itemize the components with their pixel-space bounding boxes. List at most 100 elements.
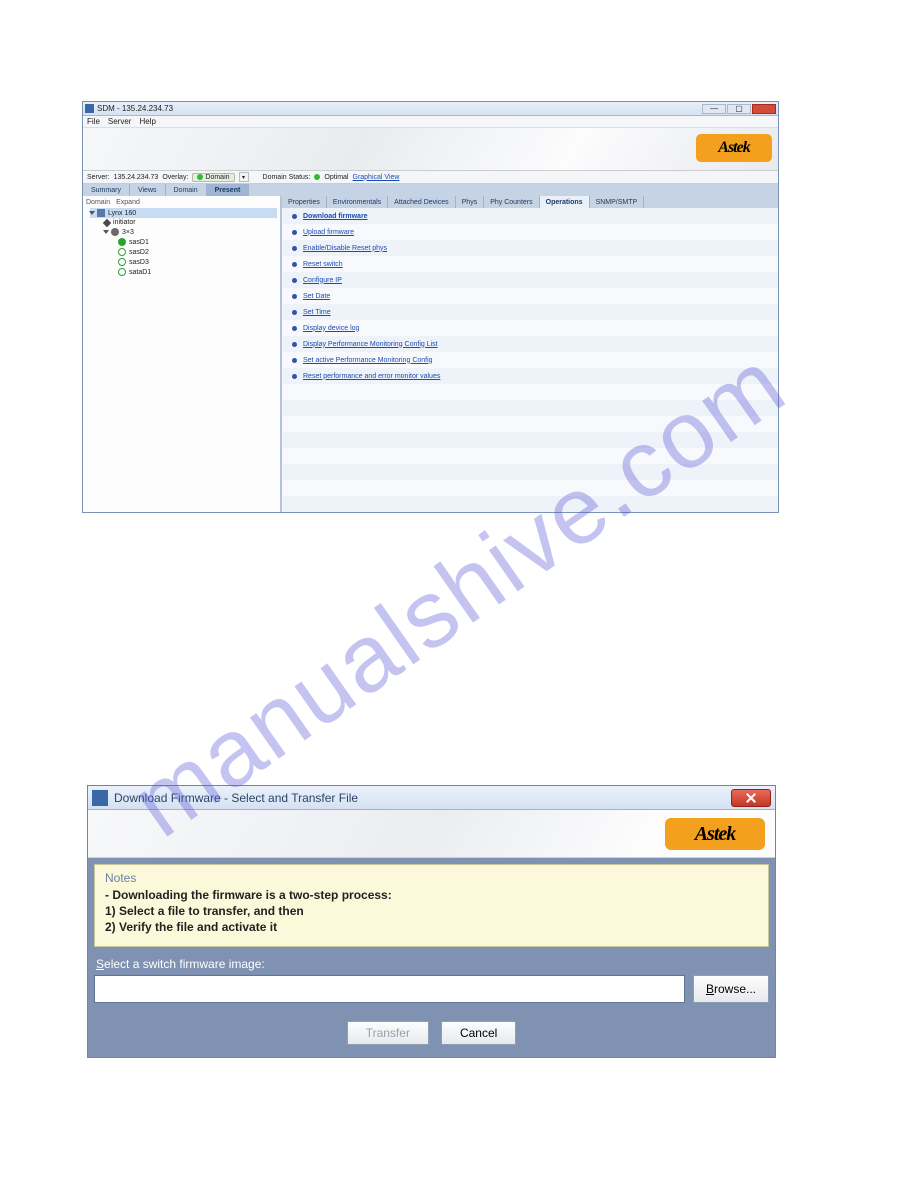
op-set-date[interactable]: Set Date	[303, 293, 330, 300]
dialog-icon	[92, 790, 108, 806]
disk-icon	[118, 238, 126, 246]
dialog-banner: Astek	[88, 810, 775, 858]
tree-header-expand[interactable]: Expand	[116, 199, 140, 206]
tree-collapse-icon[interactable]	[89, 211, 95, 215]
status-dot-icon	[314, 174, 320, 180]
overlay-label: Overlay:	[162, 174, 188, 181]
astek-logo: Astek	[665, 818, 765, 850]
switch-icon	[97, 209, 105, 217]
tree-label: 3×3	[122, 229, 134, 236]
bullet-icon	[292, 214, 297, 219]
tree-node-device[interactable]: sasD3	[118, 257, 277, 267]
menu-file[interactable]: File	[87, 117, 100, 126]
header-banner: Astek	[83, 128, 778, 170]
server-value: 135.24.234.73	[114, 174, 159, 181]
bullet-icon	[292, 294, 297, 299]
astek-logo: Astek	[696, 134, 772, 162]
tree-label: sasD3	[129, 259, 149, 266]
tree-label: initiator	[113, 219, 136, 226]
list-item: Upload firmware	[282, 224, 778, 240]
device-tree-panel: Domain Expand Lynx 160 initiator	[83, 196, 281, 512]
tree-node-expander[interactable]: 3×3	[104, 227, 277, 237]
op-set-time[interactable]: Set Time	[303, 309, 331, 316]
list-item	[282, 464, 778, 480]
tab-environmentals[interactable]: Environmentals	[327, 196, 388, 208]
list-item: Enable/Disable Reset phys	[282, 240, 778, 256]
domain-status-value: Optimal	[324, 174, 348, 181]
notes-line-3: 2) Verify the file and activate it	[105, 919, 758, 935]
tab-phys[interactable]: Phys	[456, 196, 485, 208]
tree-node-device[interactable]: sasD1	[118, 237, 277, 247]
notes-line-2: 1) Select a file to transfer, and then	[105, 903, 758, 919]
list-item	[282, 416, 778, 432]
tab-properties[interactable]: Properties	[282, 196, 327, 208]
list-item	[282, 496, 778, 512]
op-enable-disable-reset-phys[interactable]: Enable/Disable Reset phys	[303, 245, 387, 252]
op-upload-firmware[interactable]: Upload firmware	[303, 229, 354, 236]
op-configure-ip[interactable]: Configure IP	[303, 277, 342, 284]
list-item: Reset performance and error monitor valu…	[282, 368, 778, 384]
close-icon	[746, 793, 756, 803]
list-item: Set active Performance Monitoring Config	[282, 352, 778, 368]
list-item: Configure IP	[282, 272, 778, 288]
tab-attached-devices[interactable]: Attached Devices	[388, 196, 455, 208]
tab-domain[interactable]: Domain	[166, 184, 207, 196]
tree-label: sataD1	[129, 269, 151, 276]
op-reset-switch[interactable]: Reset switch	[303, 261, 343, 268]
window-title: SDM - 135.24.234.73	[97, 104, 173, 113]
tab-phy-counters[interactable]: Phy Counters	[484, 196, 539, 208]
overlay-dropdown-icon[interactable]: ▾	[239, 172, 249, 182]
notes-legend: Notes	[105, 871, 758, 885]
op-set-active-perf-config[interactable]: Set active Performance Monitoring Config	[303, 357, 433, 364]
tab-views[interactable]: Views	[130, 184, 166, 196]
bullet-icon	[292, 230, 297, 235]
list-item: Reset switch	[282, 256, 778, 272]
op-download-firmware[interactable]: Download firmware	[303, 213, 368, 220]
disk-icon	[118, 248, 126, 256]
cancel-button[interactable]: Cancel	[441, 1021, 516, 1045]
menubar: File Server Help	[83, 116, 778, 128]
sdm-window: SDM - 135.24.234.73 — ▢ File Server Help…	[82, 101, 779, 513]
bullet-icon	[292, 246, 297, 251]
list-item	[282, 480, 778, 496]
notes-line-1: - Downloading the firmware is a two-step…	[105, 887, 758, 903]
menu-help[interactable]: Help	[139, 117, 155, 126]
transfer-button[interactable]: Transfer	[347, 1021, 429, 1045]
op-display-device-log[interactable]: Display device log	[303, 325, 359, 332]
tree-node-initiator[interactable]: initiator	[104, 218, 277, 227]
right-tab-row: Properties Environmentals Attached Devic…	[282, 196, 778, 208]
window-titlebar: SDM - 135.24.234.73 — ▢	[83, 102, 778, 116]
download-firmware-dialog: Download Firmware - Select and Transfer …	[87, 785, 776, 1058]
tab-snmp-smtp[interactable]: SNMP/SMTP	[590, 196, 645, 208]
tree-node-root[interactable]: Lynx 160	[90, 208, 277, 218]
browse-button[interactable]: Browse...	[693, 975, 769, 1003]
tree-node-device[interactable]: sataD1	[118, 267, 277, 277]
list-item	[282, 432, 778, 448]
tab-summary[interactable]: Summary	[83, 184, 130, 196]
tab-present[interactable]: Present	[207, 184, 250, 196]
tree-collapse-icon[interactable]	[103, 230, 109, 234]
firmware-path-input[interactable]	[94, 975, 685, 1003]
dialog-body: Notes - Downloading the firmware is a tw…	[88, 858, 775, 1057]
close-button[interactable]	[731, 789, 771, 807]
bullet-icon	[292, 358, 297, 363]
maximize-button[interactable]: ▢	[727, 104, 751, 114]
bullet-icon	[292, 262, 297, 267]
expander-icon	[111, 228, 119, 236]
list-item: Set Time	[282, 304, 778, 320]
menu-server[interactable]: Server	[108, 117, 132, 126]
op-reset-perf-counters[interactable]: Reset performance and error monitor valu…	[303, 373, 440, 380]
list-item	[282, 384, 778, 400]
list-item: Display Performance Monitoring Config Li…	[282, 336, 778, 352]
tree-node-device[interactable]: sasD2	[118, 247, 277, 257]
notes-panel: Notes - Downloading the firmware is a tw…	[94, 864, 769, 947]
tab-operations[interactable]: Operations	[540, 196, 590, 208]
overlay-selector[interactable]: Domain	[192, 173, 234, 182]
close-button[interactable]	[752, 104, 776, 114]
bullet-icon	[292, 278, 297, 283]
graphical-view-link[interactable]: Graphical View	[353, 174, 400, 181]
op-display-perf-config-list[interactable]: Display Performance Monitoring Config Li…	[303, 341, 438, 348]
file-select-label: Select a switch firmware image:	[96, 957, 767, 971]
minimize-button[interactable]: —	[702, 104, 726, 114]
right-panel: Properties Environmentals Attached Devic…	[281, 196, 778, 512]
